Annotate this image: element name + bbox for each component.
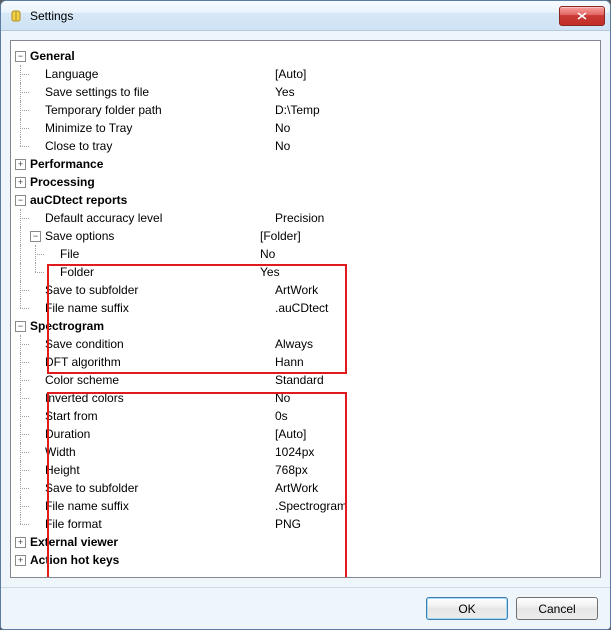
cancel-button[interactable]: Cancel [516, 597, 598, 620]
node-format[interactable]: File format PNG [15, 515, 596, 533]
node-spectro-suffix[interactable]: File name suffix .Spectrogram [15, 497, 596, 515]
node-start-from[interactable]: Start from 0s [15, 407, 596, 425]
content-area: − General Language [Auto] Save settings … [1, 31, 610, 587]
collapse-icon[interactable]: − [15, 195, 26, 206]
node-save-settings[interactable]: Save settings to file Yes [15, 83, 596, 101]
node-general[interactable]: − General [15, 47, 596, 65]
node-hotkeys[interactable]: + Action hot keys [15, 551, 596, 569]
ok-button[interactable]: OK [426, 597, 508, 620]
node-dft[interactable]: DFT algorithm Hann [15, 353, 596, 371]
node-duration[interactable]: Duration [Auto] [15, 425, 596, 443]
node-save-file[interactable]: File No [15, 245, 596, 263]
collapse-icon[interactable]: − [15, 321, 26, 332]
collapse-icon[interactable]: − [30, 231, 41, 242]
expand-icon[interactable]: + [15, 177, 26, 188]
dialog-footer: OK Cancel [1, 587, 610, 629]
node-language[interactable]: Language [Auto] [15, 65, 596, 83]
expand-icon[interactable]: + [15, 159, 26, 170]
node-save-condition[interactable]: Save condition Always [15, 335, 596, 353]
node-height[interactable]: Height 768px [15, 461, 596, 479]
app-icon [8, 8, 24, 24]
collapse-icon[interactable]: − [15, 51, 26, 62]
node-aucdtect[interactable]: − auCDtect reports [15, 191, 596, 209]
node-minimize-tray[interactable]: Minimize to Tray No [15, 119, 596, 137]
titlebar[interactable]: Settings [1, 1, 610, 31]
expand-icon[interactable]: + [15, 537, 26, 548]
window-title: Settings [30, 9, 559, 23]
node-spectro-subfolder[interactable]: Save to subfolder ArtWork [15, 479, 596, 497]
close-button[interactable] [559, 6, 605, 26]
node-spectrogram[interactable]: − Spectrogram [15, 317, 596, 335]
node-save-options[interactable]: − Save options [Folder] [15, 227, 596, 245]
node-close-tray[interactable]: Close to tray No [15, 137, 596, 155]
node-aucdtect-subfolder[interactable]: Save to subfolder ArtWork [15, 281, 596, 299]
node-external-viewer[interactable]: + External viewer [15, 533, 596, 551]
expand-icon[interactable]: + [15, 555, 26, 566]
node-processing[interactable]: + Processing [15, 173, 596, 191]
node-accuracy[interactable]: Default accuracy level Precision [15, 209, 596, 227]
node-width[interactable]: Width 1024px [15, 443, 596, 461]
settings-window: Settings − General Language [Auto] [0, 0, 611, 630]
node-color-scheme[interactable]: Color scheme Standard [15, 371, 596, 389]
settings-tree[interactable]: − General Language [Auto] Save settings … [10, 40, 601, 578]
node-save-folder[interactable]: Folder Yes [15, 263, 596, 281]
node-aucdtect-suffix[interactable]: File name suffix .auCDtect [15, 299, 596, 317]
node-inverted[interactable]: Inverted colors No [15, 389, 596, 407]
node-performance[interactable]: + Performance [15, 155, 596, 173]
node-temp-folder[interactable]: Temporary folder path D:\Temp [15, 101, 596, 119]
